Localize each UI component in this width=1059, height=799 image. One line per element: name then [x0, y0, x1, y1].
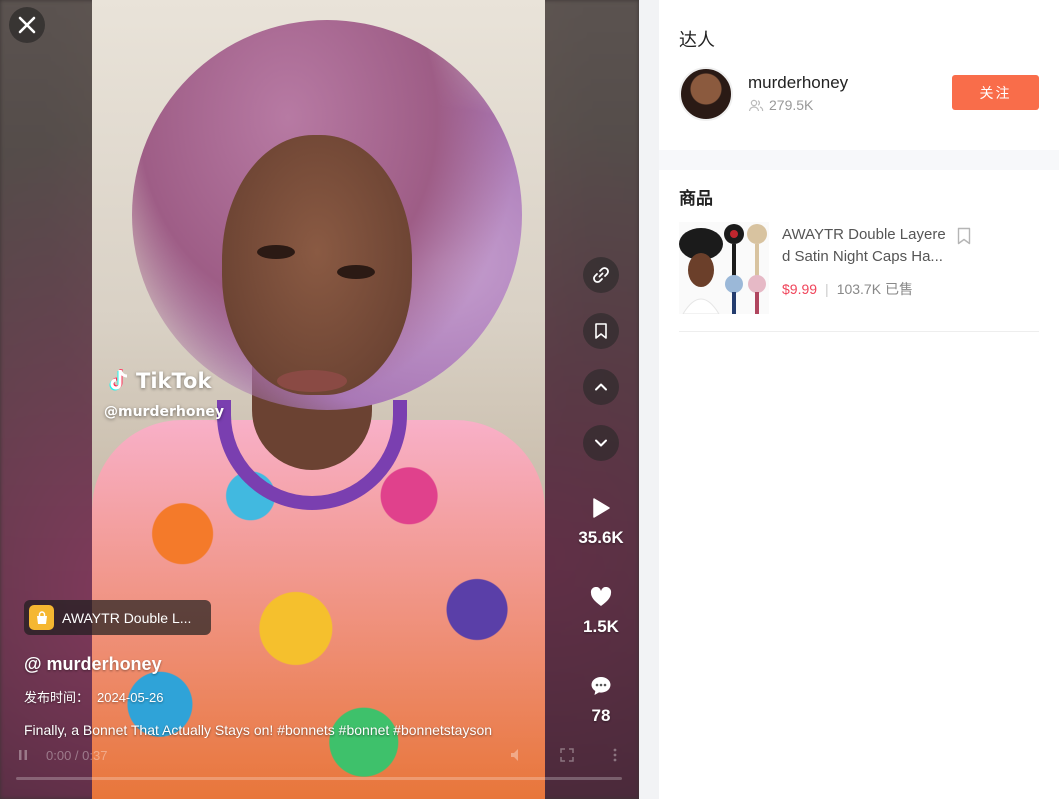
bookmark-icon [595, 323, 607, 339]
plays-count: 35.6K [578, 528, 624, 547]
close-button[interactable] [9, 7, 45, 43]
link-icon [593, 267, 609, 283]
product-bookmark-icon[interactable] [957, 227, 971, 245]
followers-count: 279.5K [769, 97, 814, 113]
video-player[interactable]: TikTok @murderhoney 35.6K 1.5K 78 AWAYTR… [0, 0, 639, 799]
close-icon [18, 16, 36, 34]
pause-icon[interactable] [18, 749, 28, 761]
shopping-bag-icon [29, 605, 54, 630]
video-product-tag-label: AWAYTR Double L... [62, 609, 192, 626]
chevron-up-icon [595, 383, 607, 391]
player-controls: 0:00 / 0:37 [16, 744, 626, 766]
more-options-icon[interactable] [613, 748, 617, 762]
product-price-line: $9.99 | 103.7K 已售 [782, 279, 913, 299]
video-caption: Finally, a Bonnet That Actually Stays on… [24, 722, 493, 738]
heart-icon [590, 587, 612, 606]
followers-icon [748, 99, 764, 111]
plays-stat[interactable]: 35.6K [569, 494, 633, 548]
publish-info: 发布时间： 2024-05-26 [24, 687, 164, 706]
price-separator: | [825, 281, 829, 297]
creator-section-title: 达人 [679, 30, 715, 50]
video-author[interactable]: @ murderhoney [24, 654, 162, 675]
bookmark-button[interactable] [583, 313, 619, 349]
follow-button[interactable]: 关注 [952, 75, 1039, 110]
likes-stat[interactable]: 1.5K [569, 583, 633, 637]
product-sold-count: 103.7K 已售 [836, 281, 913, 297]
video-subject-face [222, 135, 412, 395]
products-section-title: 商品 [679, 189, 713, 208]
progress-bar[interactable] [16, 777, 622, 780]
product-name[interactable]: AWAYTR Double Layered Satin Night Caps H… [782, 224, 947, 268]
avatar[interactable] [679, 67, 733, 121]
product-image[interactable] [679, 222, 769, 314]
video-subject-lips [277, 370, 347, 392]
comment-icon [591, 677, 611, 695]
video-product-tag[interactable]: AWAYTR Double L... [24, 600, 211, 635]
creator-followers: 279.5K [748, 97, 813, 113]
product-price: $9.99 [782, 281, 818, 297]
fullscreen-icon[interactable] [560, 748, 574, 762]
publish-label: 发布时间： [24, 690, 90, 705]
play-icon [593, 498, 610, 518]
tiktok-watermark-handle: @murderhoney [104, 404, 225, 420]
next-video-button[interactable] [583, 425, 619, 461]
publish-date: 2024-05-26 [97, 690, 164, 705]
product-item[interactable]: AWAYTR Double Layered Satin Night Caps H… [679, 222, 1039, 332]
tiktok-logo-icon [109, 369, 128, 391]
creator-name[interactable]: murderhoney [748, 73, 848, 93]
video-subject-eye [337, 265, 375, 279]
video-frame[interactable] [92, 0, 545, 799]
comments-stat[interactable]: 78 [569, 672, 633, 726]
tiktok-watermark-text: TikTok [136, 369, 212, 393]
previous-video-button[interactable] [583, 369, 619, 405]
tiktok-watermark: TikTok [108, 368, 211, 394]
section-divider [659, 150, 1059, 170]
chevron-down-icon [595, 439, 607, 447]
time-display: 0:00 / 0:37 [46, 747, 108, 763]
likes-count: 1.5K [583, 617, 619, 636]
side-panel: 达人 murderhoney 279.5K 关注 商品 AWAYTR Doubl… [659, 0, 1059, 799]
copy-link-button[interactable] [583, 257, 619, 293]
volume-icon[interactable] [510, 748, 526, 762]
comments-count: 78 [591, 706, 611, 725]
panel-gap [639, 0, 659, 799]
video-subject-eye [257, 245, 295, 259]
